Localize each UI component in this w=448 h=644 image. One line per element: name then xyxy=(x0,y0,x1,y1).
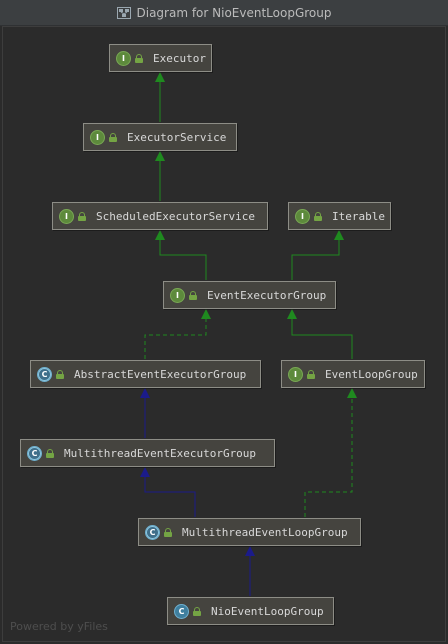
node-label: EventLoopGroup xyxy=(325,367,418,381)
abstract-class-icon: C xyxy=(145,524,160,540)
node-multithread-event-executor-group[interactable]: C MultithreadEventExecutorGroup xyxy=(20,439,275,467)
public-lock-icon xyxy=(135,53,143,63)
interface-icon: I xyxy=(59,208,74,224)
node-label: ScheduledExecutorService xyxy=(96,209,255,223)
public-lock-icon xyxy=(314,211,322,221)
node-label: MultithreadEventLoopGroup xyxy=(182,525,348,539)
node-label: ExecutorService xyxy=(127,130,227,144)
window-titlebar: Diagram for NioEventLoopGroup xyxy=(0,0,448,26)
class-icon: C xyxy=(174,603,189,619)
diagram-window: Diagram for NioEventLoopGroup I Executor… xyxy=(0,0,448,644)
node-executor-service[interactable]: I ExecutorService xyxy=(83,123,237,151)
interface-icon: I xyxy=(90,129,105,145)
node-event-executor-group[interactable]: I EventExecutorGroup xyxy=(163,281,336,309)
interface-icon: I xyxy=(116,50,131,66)
node-label: Executor xyxy=(153,51,206,65)
node-iterable[interactable]: I Iterable xyxy=(288,202,391,230)
abstract-class-icon: C xyxy=(37,366,52,382)
public-lock-icon xyxy=(307,369,315,379)
interface-icon: I xyxy=(288,366,303,382)
diagram-canvas[interactable] xyxy=(2,26,446,642)
node-abstract-event-executor-group[interactable]: C AbstractEventExecutorGroup xyxy=(30,360,261,388)
public-lock-icon xyxy=(56,369,64,379)
window-title: Diagram for NioEventLoopGroup xyxy=(136,5,332,20)
node-multithread-event-loop-group[interactable]: C MultithreadEventLoopGroup xyxy=(138,518,361,546)
interface-icon: I xyxy=(295,208,310,224)
node-label: EventExecutorGroup xyxy=(207,288,327,302)
node-event-loop-group[interactable]: I EventLoopGroup xyxy=(281,360,425,388)
interface-icon: I xyxy=(170,287,185,303)
node-label: MultithreadEventExecutorGroup xyxy=(64,446,257,460)
node-scheduled-executor-service[interactable]: I ScheduledExecutorService xyxy=(52,202,268,230)
public-lock-icon xyxy=(46,448,54,458)
diagram-icon xyxy=(116,6,131,19)
abstract-class-icon: C xyxy=(27,445,42,461)
public-lock-icon xyxy=(164,527,172,537)
node-executor[interactable]: I Executor xyxy=(109,44,212,72)
node-label: NioEventLoopGroup xyxy=(211,604,324,618)
node-label: AbstractEventExecutorGroup xyxy=(74,367,247,381)
public-lock-icon xyxy=(189,290,197,300)
node-label: Iterable xyxy=(332,209,385,223)
public-lock-icon xyxy=(193,606,201,616)
yfiles-watermark: Powered by yFiles xyxy=(10,620,108,633)
public-lock-icon xyxy=(109,132,117,142)
public-lock-icon xyxy=(78,211,86,221)
node-nio-event-loop-group[interactable]: C NioEventLoopGroup xyxy=(167,597,334,625)
